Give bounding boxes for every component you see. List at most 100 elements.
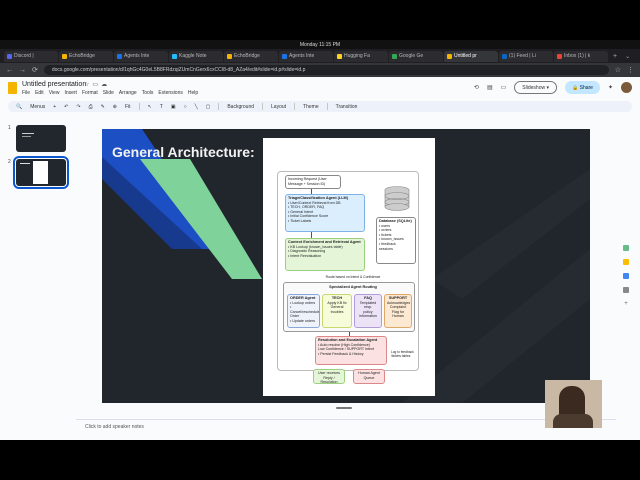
os-clock: Monday 11:15 PM: [299, 41, 341, 48]
transition-button[interactable]: Transition: [336, 104, 358, 110]
layout-button[interactable]: Layout: [271, 104, 286, 110]
comment-add-icon[interactable]: ▢: [206, 104, 211, 110]
menu-slide[interactable]: Slide: [103, 90, 114, 96]
add-ons-icon[interactable]: +: [624, 301, 628, 307]
current-slide[interactable]: General Architecture: Incoming Request (…: [102, 129, 590, 403]
slide-thumbnail-2[interactable]: [13, 156, 69, 189]
forward-icon[interactable]: →: [19, 67, 26, 74]
browser-tab[interactable]: Discord |: [4, 50, 58, 62]
line-icon[interactable]: ╲: [195, 104, 198, 110]
browser-tab[interactable]: Agents Inte: [279, 50, 333, 62]
gemini-icon[interactable]: ✦: [608, 84, 613, 91]
human-agent-box: Human Agent Queue: [353, 369, 385, 384]
browser-menu-icon[interactable]: ⋮: [627, 66, 634, 74]
slide-thumbnail-1[interactable]: [16, 125, 66, 152]
textbox-icon[interactable]: T: [160, 104, 163, 110]
calendar-icon[interactable]: [623, 245, 629, 251]
tasks-icon[interactable]: [623, 273, 629, 279]
share-button[interactable]: 🔒 Share: [565, 81, 600, 94]
menus-button[interactable]: Menus: [30, 104, 45, 110]
background-button[interactable]: Background: [227, 104, 254, 110]
database-icon: [384, 186, 410, 211]
new-tab-icon[interactable]: +: [609, 53, 621, 60]
slides-app: Untitled presentation ☆▭☁ File Edit View In…: [0, 77, 640, 440]
browser-tab[interactable]: EchoBridge: [224, 50, 278, 62]
zoom-select[interactable]: Fit: [125, 104, 131, 110]
camera-icon[interactable]: ▭: [501, 84, 507, 91]
tab-favicon-icon: [392, 53, 397, 59]
diagram-list-item: • Cancel/reschedule Order: [290, 305, 320, 319]
browser-tab[interactable]: Google Ge: [389, 50, 443, 62]
tab-search-icon[interactable]: ⌄: [622, 53, 633, 60]
keep-icon[interactable]: [623, 259, 629, 265]
tab-label: EchoBridge: [69, 53, 95, 59]
menu-insert[interactable]: Insert: [64, 90, 77, 96]
menu-help[interactable]: Help: [188, 90, 198, 96]
search-menus-icon[interactable]: 🔍: [16, 104, 22, 110]
menu-tools[interactable]: Tools: [142, 90, 154, 96]
tab-favicon-icon: [337, 53, 342, 59]
diagram-list-item: sessions: [379, 246, 393, 251]
share-label: Share: [579, 84, 593, 91]
context-title: Context Enrichment and Retrieval Agent: [288, 240, 361, 244]
diagram-list-item: • Ticket Labels: [288, 218, 312, 223]
doc-title[interactable]: Untitled presentation: [22, 81, 86, 88]
browser-address-bar: ← → ⟳ docs.google.com/presentation/d/1qh…: [0, 63, 640, 77]
lock-icon: 🔒: [572, 84, 579, 91]
slideshow-label: Slideshow: [522, 84, 546, 91]
avatar[interactable]: [621, 82, 632, 93]
diagram-list-item: policy information: [359, 309, 377, 319]
slideshow-button[interactable]: Slideshow ▾: [514, 81, 557, 94]
menu-extensions[interactable]: Extensions: [158, 90, 182, 96]
tab-favicon-icon: [447, 53, 452, 59]
browser-tab[interactable]: Untitled pr: [444, 50, 498, 62]
tech-items: Apply KB fix General troubles: [325, 301, 349, 315]
image-icon[interactable]: ▣: [171, 104, 176, 110]
bookmark-star-icon[interactable]: ☆: [615, 66, 621, 74]
db-items: • users • orders • tickets • known_issues • …: [379, 224, 413, 252]
cloud-status-icon[interactable]: ☁: [101, 82, 110, 88]
slide-title[interactable]: General Architecture:: [112, 144, 255, 160]
menu-arrange[interactable]: Arrange: [119, 90, 137, 96]
browser-tab[interactable]: Agents Inte: [114, 50, 168, 62]
routing-title: Specialized Agent Routing: [303, 284, 403, 291]
add-icon[interactable]: +: [53, 104, 56, 110]
toolbar-divider: [138, 103, 140, 110]
history-icon[interactable]: ⟲: [474, 84, 479, 91]
paint-format-icon[interactable]: ✎: [101, 104, 105, 110]
resize-handle[interactable]: [336, 407, 352, 409]
menu-file[interactable]: File: [22, 90, 30, 96]
speaker-notes[interactable]: Click to add speaker notes: [76, 419, 616, 435]
browser-tab[interactable]: Kaggle Note: [169, 50, 223, 62]
zoom-icon[interactable]: ⊕: [113, 104, 117, 110]
select-cursor-icon[interactable]: ↖: [148, 104, 152, 110]
browser-tab[interactable]: (1) Feed | Li: [499, 50, 553, 62]
architecture-diagram[interactable]: Incoming Request (User Message + Session…: [263, 138, 435, 396]
resolution-items: • Auto resolve (High Confidence) Low Conf…: [318, 343, 384, 357]
menu-edit[interactable]: Edit: [35, 90, 44, 96]
print-icon[interactable]: ⎙: [89, 104, 93, 110]
theme-button[interactable]: Theme: [303, 104, 319, 110]
tab-label: Agents Inte: [289, 53, 315, 59]
browser-tab[interactable]: Inbox (1) | k: [554, 50, 608, 62]
move-folder-icon[interactable]: ▭: [92, 82, 101, 88]
slide-canvas: General Architecture: Incoming Request (…: [76, 115, 616, 415]
menu-format[interactable]: Format: [82, 90, 98, 96]
toolbar-divider: [294, 103, 296, 110]
database-box: Database (SQLite) • users • orders • ticke…: [376, 217, 416, 264]
menu-view[interactable]: View: [49, 90, 60, 96]
undo-icon[interactable]: ↶: [64, 104, 68, 110]
tab-label: (1) Feed | Li: [509, 53, 536, 59]
slides-logo-icon[interactable]: [8, 82, 17, 94]
url-field[interactable]: docs.google.com/presentation/d/1qhGc4G0e…: [43, 65, 609, 75]
toolbar-divider: [326, 103, 328, 110]
comment-icon[interactable]: ▤: [487, 84, 493, 91]
browser-tab[interactable]: Hugging Fa: [334, 50, 388, 62]
reload-icon[interactable]: ⟳: [32, 66, 38, 74]
shape-icon[interactable]: ○: [184, 104, 187, 110]
redo-icon[interactable]: ↷: [76, 104, 80, 110]
slide-number: 1: [8, 125, 11, 131]
back-icon[interactable]: ←: [6, 67, 13, 74]
contacts-icon[interactable]: [623, 287, 629, 293]
browser-tab[interactable]: EchoBridge: [59, 50, 113, 62]
